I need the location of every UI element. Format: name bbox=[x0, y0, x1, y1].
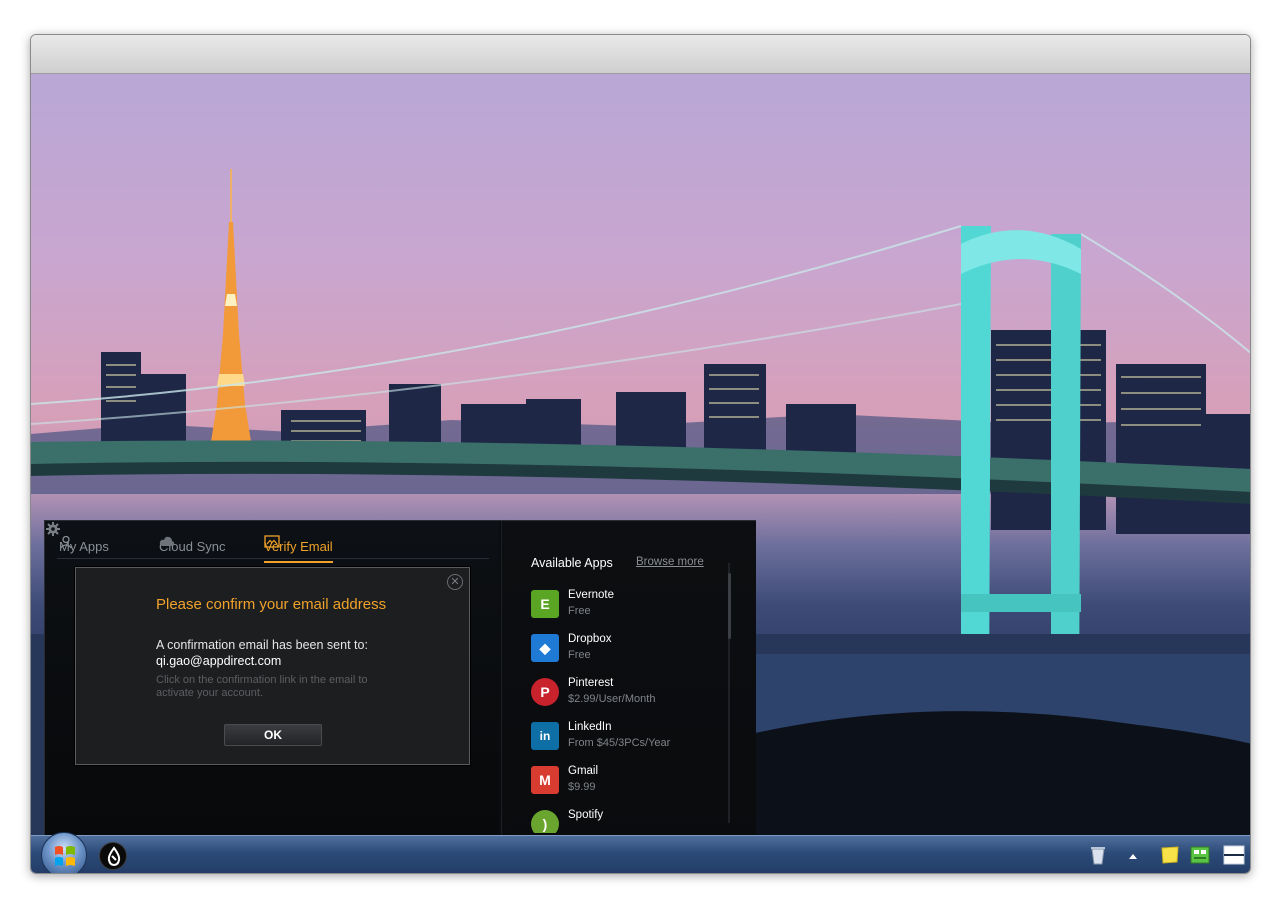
start-button[interactable] bbox=[41, 832, 87, 873]
tray-expand-arrow-icon[interactable] bbox=[1122, 844, 1144, 866]
app-widget-panel: My Apps Cloud Sync Verify Email ✕ Please… bbox=[44, 520, 756, 835]
app-item-linkedin[interactable]: in LinkedIn From $45/3PCs/Year bbox=[531, 719, 721, 763]
tab-verify-email[interactable]: Verify Email bbox=[264, 535, 333, 563]
app-price: Free bbox=[568, 649, 591, 661]
sticky-notes-icon[interactable] bbox=[1159, 844, 1181, 866]
app-item-pinterest[interactable]: P Pinterest $2.99/User/Month bbox=[531, 675, 721, 719]
tab-my-apps[interactable]: My Apps bbox=[59, 535, 109, 557]
close-icon[interactable]: ✕ bbox=[447, 574, 463, 590]
app-price: $9.99 bbox=[568, 781, 596, 793]
taskbar bbox=[31, 832, 1250, 873]
dropbox-icon: ◆ bbox=[531, 634, 559, 662]
desktop-wallpaper: My Apps Cloud Sync Verify Email ✕ Please… bbox=[31, 74, 1250, 835]
available-apps-title: Available Apps bbox=[531, 556, 613, 570]
pinned-app-button[interactable] bbox=[99, 842, 127, 870]
app-name: Spotify bbox=[568, 809, 604, 821]
dialog-title: Please confirm your email address bbox=[156, 596, 387, 613]
drop-logo-icon bbox=[107, 846, 121, 867]
tray-app-icon[interactable] bbox=[1189, 844, 1211, 866]
sent-text: A confirmation email has been sent to: bbox=[156, 638, 368, 652]
ok-button[interactable]: OK bbox=[224, 724, 322, 746]
app-item-dropbox[interactable]: ◆ Dropbox Free bbox=[531, 631, 721, 675]
available-apps-pane: Available Apps Browse more E Evernote Fr… bbox=[501, 521, 756, 835]
user-icon bbox=[60, 535, 72, 549]
app-price: Free bbox=[568, 605, 591, 617]
tab-cloud-sync[interactable]: Cloud Sync bbox=[159, 535, 225, 557]
app-price: $2.99/User/Month bbox=[568, 693, 656, 705]
app-name: Pinterest bbox=[568, 677, 614, 689]
app-item-gmail[interactable]: M Gmail $9.99 bbox=[531, 763, 721, 807]
app-item-spotify[interactable]: ) Spotify bbox=[531, 807, 721, 833]
app-list: E Evernote Free ◆ Dropbox Free P Pintere… bbox=[531, 587, 721, 833]
app-name: Evernote bbox=[568, 589, 615, 601]
app-window: My Apps Cloud Sync Verify Email ✕ Please… bbox=[30, 34, 1251, 874]
app-name: LinkedIn bbox=[568, 721, 612, 733]
app-price: From $45/3PCs/Year bbox=[568, 737, 671, 749]
confirm-email-dialog: ✕ Please confirm your email address A co… bbox=[75, 567, 470, 765]
spotify-icon: ) bbox=[531, 810, 559, 833]
envelope-icon bbox=[264, 535, 280, 548]
confirmation-hint: Click on the confirmation link in the em… bbox=[156, 674, 368, 699]
cloud-icon bbox=[159, 536, 175, 546]
recycle-bin-icon[interactable] bbox=[1087, 844, 1109, 866]
app-item-evernote[interactable]: E Evernote Free bbox=[531, 587, 721, 631]
tab-bar: My Apps Cloud Sync Verify Email bbox=[57, 531, 489, 563]
pinterest-icon: P bbox=[531, 678, 559, 706]
show-desktop-icon[interactable] bbox=[1223, 844, 1245, 866]
windows-logo-icon bbox=[55, 846, 75, 866]
gmail-icon: M bbox=[531, 766, 559, 794]
app-name: Gmail bbox=[568, 765, 599, 777]
verify-email-pane: My Apps Cloud Sync Verify Email ✕ Please… bbox=[45, 521, 499, 835]
evernote-icon: E bbox=[531, 590, 559, 618]
browse-more-link[interactable]: Browse more bbox=[636, 556, 704, 568]
window-titlebar[interactable] bbox=[31, 35, 1250, 74]
linkedin-icon: in bbox=[531, 722, 559, 750]
gear-icon[interactable] bbox=[45, 521, 61, 537]
scrollbar-thumb[interactable] bbox=[728, 573, 731, 639]
email-address: qi.gao@appdirect.com bbox=[156, 654, 282, 668]
app-name: Dropbox bbox=[568, 633, 612, 645]
